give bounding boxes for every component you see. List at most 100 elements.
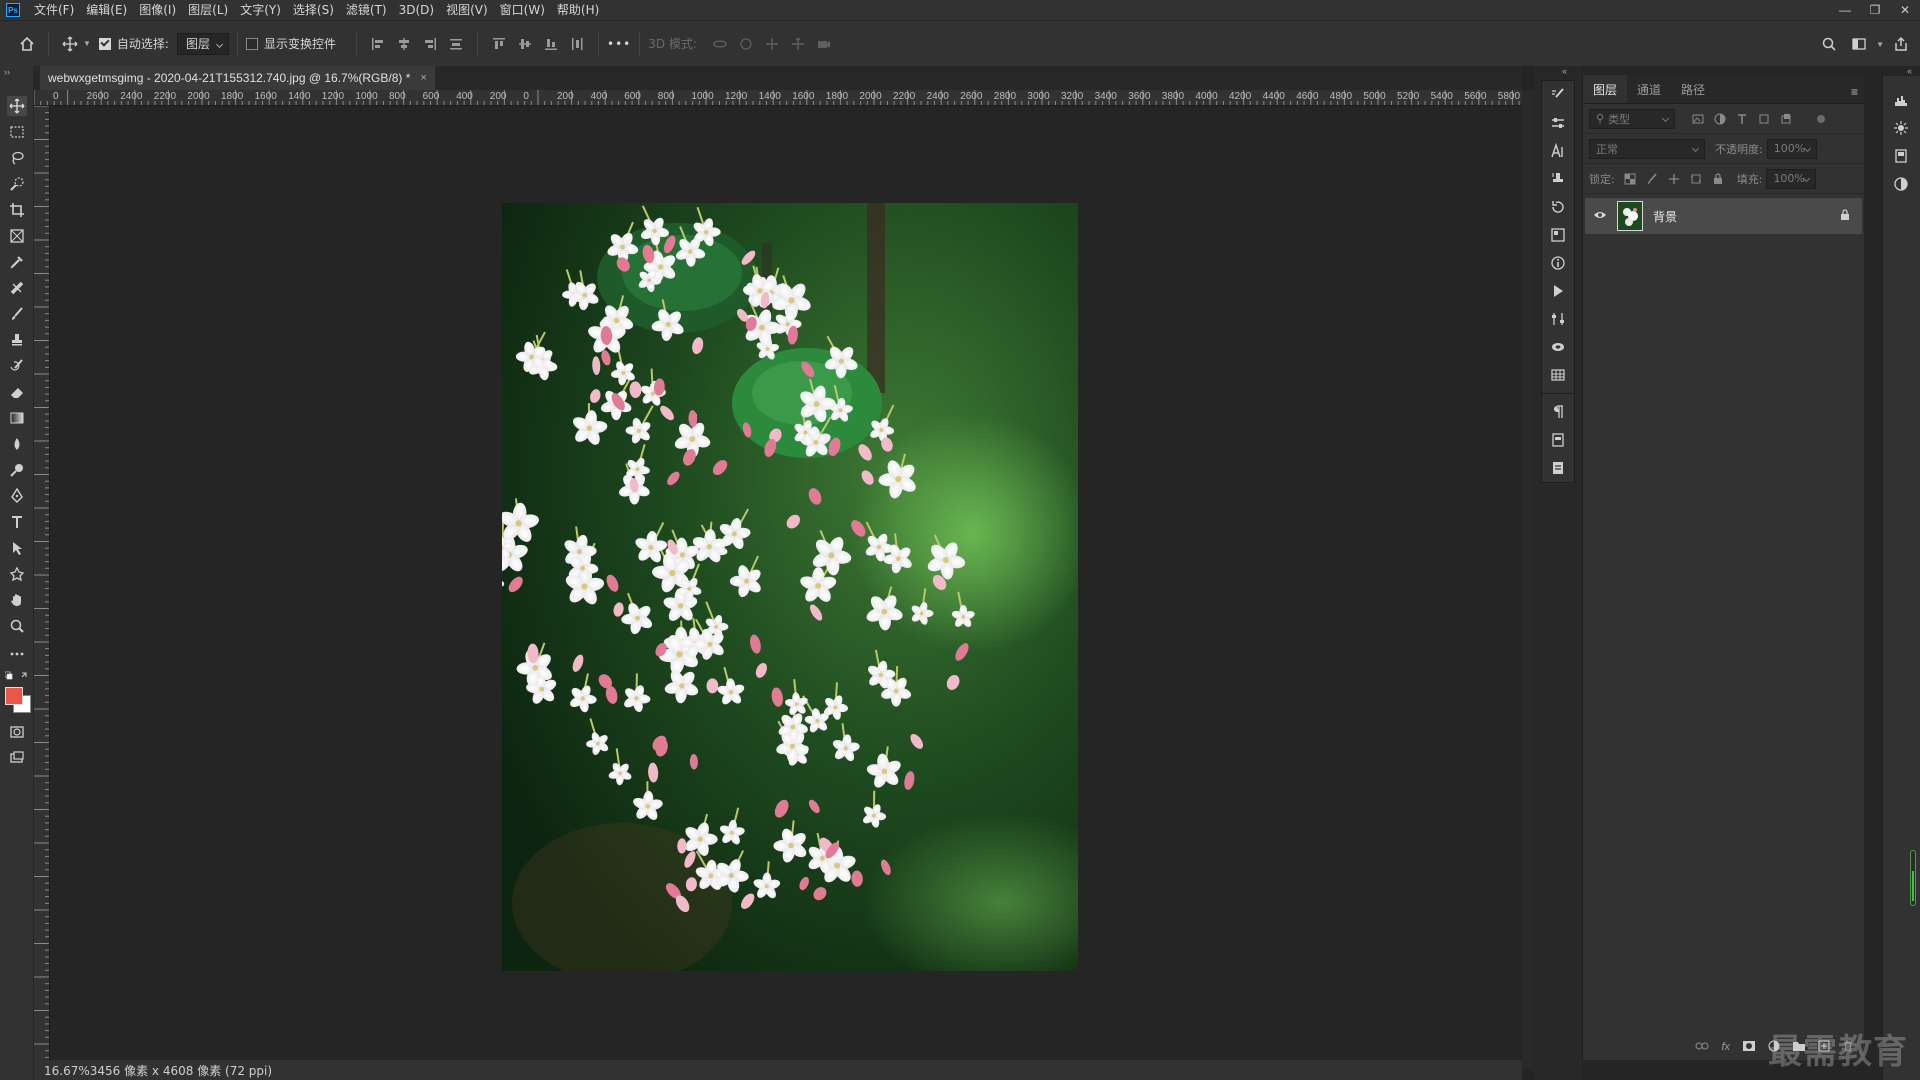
gradient-tool-icon[interactable] bbox=[7, 408, 27, 428]
menu-filter[interactable]: 滤镜(T) bbox=[340, 0, 393, 20]
actions-icon[interactable] bbox=[1542, 277, 1574, 305]
paragraph-styles-icon[interactable] bbox=[1542, 454, 1574, 482]
info-icon[interactable] bbox=[1542, 249, 1574, 277]
marquee-tool-icon[interactable] bbox=[7, 122, 27, 142]
filter-adjustment-icon[interactable] bbox=[1709, 108, 1731, 130]
panel-menu-icon[interactable]: ≡ bbox=[1851, 85, 1858, 99]
lock-position-icon[interactable] bbox=[1663, 168, 1685, 190]
minimize-button[interactable]: — bbox=[1830, 0, 1860, 20]
share-icon[interactable] bbox=[1888, 31, 1914, 57]
color-icon[interactable] bbox=[1883, 170, 1919, 198]
expand-panel-icon[interactable]: ›› bbox=[4, 67, 10, 77]
screen-mode-icon[interactable] bbox=[7, 748, 27, 768]
menu-help[interactable]: 帮助(H) bbox=[551, 0, 605, 20]
custom-shape-tool-icon[interactable] bbox=[7, 564, 27, 584]
panel-scroll-indicator[interactable] bbox=[1910, 850, 1916, 906]
auto-select-checkbox[interactable] bbox=[98, 37, 111, 50]
vertical-ruler[interactable] bbox=[34, 106, 50, 1068]
layer-filter-type-dropdown[interactable]: ⚲ 类型 bbox=[1589, 108, 1675, 129]
zoom-tool-icon[interactable] bbox=[7, 616, 27, 636]
vertical-scrollbar[interactable] bbox=[1522, 90, 1534, 1068]
document-image[interactable] bbox=[502, 203, 1078, 971]
close-tab-icon[interactable]: × bbox=[420, 72, 426, 84]
3d-panel-icon[interactable] bbox=[1542, 333, 1574, 361]
clone-stamp-tool-icon[interactable] bbox=[7, 330, 27, 350]
collapse-panel-icon[interactable]: « bbox=[1907, 66, 1912, 76]
opacity-input[interactable]: 100% bbox=[1766, 138, 1817, 159]
lock-all-icon[interactable] bbox=[1707, 168, 1729, 190]
horizontal-ruler[interactable]: 0 2600 2400 2200 2000 1800 1600 1400 1200 1000 800… bbox=[34, 90, 1522, 106]
show-transform-checkbox[interactable] bbox=[245, 37, 258, 50]
lasso-tool-icon[interactable] bbox=[7, 148, 27, 168]
align-hcenter-icon[interactable] bbox=[391, 31, 417, 57]
paragraph-icon[interactable] bbox=[1542, 398, 1574, 426]
character-icon[interactable] bbox=[1542, 137, 1574, 165]
healing-brush-tool-icon[interactable] bbox=[7, 278, 27, 298]
filter-smart-object-icon[interactable] bbox=[1775, 108, 1797, 130]
dodge-tool-icon[interactable] bbox=[7, 460, 27, 480]
crop-tool-icon[interactable] bbox=[7, 200, 27, 220]
adjustments-icon[interactable] bbox=[1542, 109, 1574, 137]
workspace-icon[interactable] bbox=[1846, 31, 1872, 57]
move-tool-icon[interactable] bbox=[7, 96, 27, 116]
menu-3d[interactable]: 3D(D) bbox=[393, 0, 440, 20]
lock-image-icon[interactable] bbox=[1641, 168, 1663, 190]
menu-file[interactable]: 文件(F) bbox=[28, 0, 80, 20]
menu-window[interactable]: 窗口(W) bbox=[494, 0, 551, 20]
layer-name[interactable]: 背景 bbox=[1653, 208, 1677, 225]
close-window-button[interactable]: ✕ bbox=[1890, 0, 1920, 20]
more-options-button[interactable]: ••• bbox=[607, 37, 631, 51]
timeline-icon[interactable] bbox=[1542, 361, 1574, 389]
filter-shape-icon[interactable] bbox=[1753, 108, 1775, 130]
channels-mixer-icon[interactable] bbox=[1542, 305, 1574, 333]
distribute-vertical-icon[interactable] bbox=[443, 31, 469, 57]
visibility-eye-icon[interactable] bbox=[1593, 209, 1607, 223]
fill-input[interactable]: 100% bbox=[1766, 168, 1817, 189]
filter-toggle-icon[interactable] bbox=[1817, 114, 1825, 123]
menu-view[interactable]: 视图(V) bbox=[440, 0, 494, 20]
hand-tool-icon[interactable] bbox=[7, 590, 27, 610]
align-top-icon[interactable] bbox=[486, 31, 512, 57]
align-left-icon[interactable] bbox=[365, 31, 391, 57]
add-mask-icon[interactable] bbox=[1742, 1040, 1756, 1055]
history-brush-tool-icon[interactable] bbox=[7, 356, 27, 376]
menu-type[interactable]: 文字(Y) bbox=[234, 0, 287, 20]
chevron-down-icon[interactable]: ▼ bbox=[1876, 40, 1884, 49]
menu-image[interactable]: 图像(I) bbox=[133, 0, 182, 20]
home-icon[interactable] bbox=[14, 31, 40, 57]
restore-button[interactable]: ❐ bbox=[1860, 0, 1890, 20]
brush-tool-icon[interactable] bbox=[7, 304, 27, 324]
libraries-icon[interactable] bbox=[1542, 221, 1574, 249]
pen-tool-icon[interactable] bbox=[7, 486, 27, 506]
quick-select-tool-icon[interactable] bbox=[7, 174, 27, 194]
link-layers-icon[interactable] bbox=[1695, 1040, 1709, 1054]
properties-icon[interactable] bbox=[1883, 142, 1919, 170]
collapse-panel-icon[interactable]: « bbox=[1562, 66, 1567, 76]
distribute-horizontal-icon[interactable] bbox=[564, 31, 590, 57]
path-selection-tool-icon[interactable] bbox=[7, 538, 27, 558]
auto-select-target-dropdown[interactable]: 图层 bbox=[176, 32, 229, 55]
tab-paths[interactable]: 路径 bbox=[1671, 75, 1715, 103]
align-right-icon[interactable] bbox=[417, 31, 443, 57]
layer-row-background[interactable]: 背景 bbox=[1585, 198, 1862, 234]
frame-tool-icon[interactable] bbox=[7, 226, 27, 246]
type-tool-icon[interactable] bbox=[7, 512, 27, 532]
menu-layer[interactable]: 图层(L) bbox=[182, 0, 234, 20]
brush-settings-icon[interactable] bbox=[1542, 81, 1574, 109]
search-icon[interactable] bbox=[1816, 31, 1842, 57]
eraser-tool-icon[interactable] bbox=[7, 382, 27, 402]
foreground-color-swatch[interactable] bbox=[5, 687, 23, 705]
lock-transparent-icon[interactable] bbox=[1619, 168, 1641, 190]
document-info[interactable]: 16.67%3456 像素 x 4608 像素 (72 ppi) bbox=[44, 1062, 272, 1079]
quick-mask-icon[interactable] bbox=[7, 722, 27, 742]
blur-tool-icon[interactable] bbox=[7, 434, 27, 454]
menu-select[interactable]: 选择(S) bbox=[287, 0, 340, 20]
filter-pixel-icon[interactable] bbox=[1687, 108, 1709, 130]
align-bottom-icon[interactable] bbox=[538, 31, 564, 57]
histogram-icon[interactable] bbox=[1883, 86, 1919, 114]
swap-colors-icon[interactable] bbox=[4, 670, 29, 684]
document-tab[interactable]: webwxgetmsgimg - 2020-04-21T155312.740.j… bbox=[40, 66, 435, 90]
clone-source-icon[interactable] bbox=[1542, 165, 1574, 193]
lock-artboard-icon[interactable] bbox=[1685, 168, 1707, 190]
chevron-down-icon[interactable]: ▼ bbox=[83, 39, 91, 48]
